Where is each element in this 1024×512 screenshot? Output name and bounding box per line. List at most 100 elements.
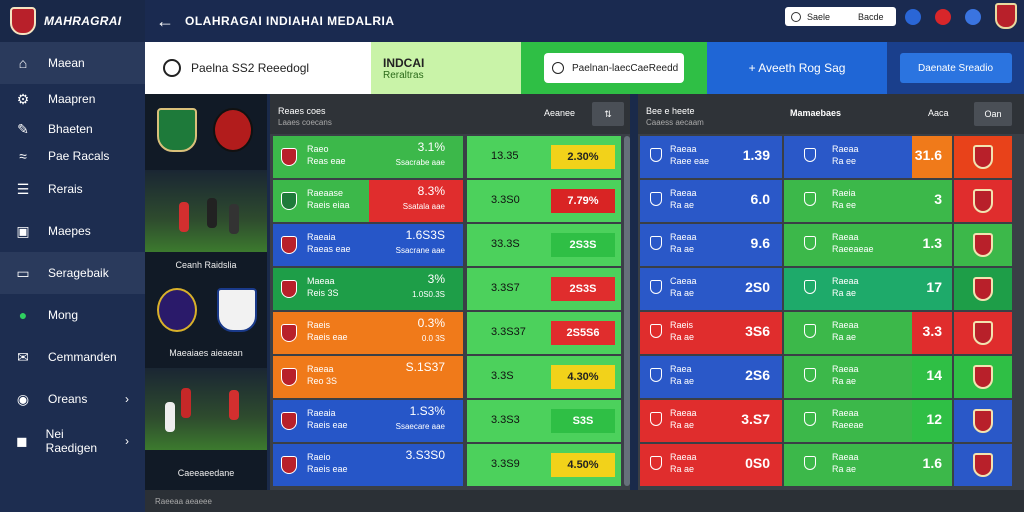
odds-value: 1.39 [742,147,770,163]
odds-cell[interactable]: 8.3% Ssatala aae [369,180,463,222]
sidebar-item-1[interactable]: ⚙ Maapren [0,84,145,114]
odds-value: 1.6S3S [405,228,445,242]
table-row[interactable]: Raeo Reas eae 3.1% Ssacrabe aae 13.35 2.… [273,136,621,180]
odds-cell[interactable]: 3% 1.0S0.3S [369,268,463,310]
odds-cell[interactable]: 14 [912,356,952,398]
table-row[interactable]: Raeis Ra ae 3S6 Raeaa Ra ae 3.3 [640,312,1022,356]
brand[interactable]: MAHRAGRAI [0,0,145,42]
table-row[interactable]: Raeis Raeis eae 0.3% 0.0 3S 3.3S37 2S5S6 [273,312,621,356]
market-cell[interactable]: 3.3S7 2S3S [467,268,621,310]
team-crest-icon [804,148,816,162]
table-row[interactable]: Raeaa Raee eae 1.39 Raeaa Ra ee 31.6 [640,136,1022,180]
match-card-1[interactable]: Ceanh Raidslia [145,94,267,292]
status-bar: Raeeaa aeaeee [145,490,1024,512]
sidebar-item-4[interactable]: ☰ Rerais [0,168,145,210]
open-button[interactable]: Oan [974,102,1012,126]
team-cell: Maeaa Reis 3S [273,268,369,310]
scrollbar[interactable] [624,136,630,486]
table-row[interactable]: Raeaa Ra ae 0S0 Raeaa Ra ae 1.6 [640,444,1022,488]
table-row[interactable]: Raeaa Ra ae 3.S7 Raeaa Raeeae 12 [640,400,1022,444]
back-arrow-icon[interactable]: ← [145,11,185,32]
team-crest-icon [213,108,253,152]
notification-icon[interactable] [905,9,921,25]
tab-overview[interactable]: Paelna SS2 Reeedogl [145,42,371,94]
top-bar: ← OLAHRAGAI INDIAHAI MEDALRIA Saele Bacd… [145,0,1024,42]
market-value: 3.3S0 [491,194,520,206]
table-row[interactable]: Raea Ra ae 2S6 Raeaa Ra ae 14 [640,356,1022,400]
sidebar-item-7[interactable]: ● Mong [0,294,145,336]
odds-cell[interactable]: 3 [912,180,952,222]
sidebar-item-3[interactable]: ≈ Pae Racals [0,144,145,168]
sidebar-item-2[interactable]: ✎ Bhaeten [0,114,145,144]
sidebar: MAHRAGRAI ⌂ Maean ⚙ Maapren ✎ Bhaeten ≈ … [0,0,145,512]
market-cell[interactable]: 3.3S 4.30% [467,356,621,398]
odds-cell[interactable]: 1.S3% Ssaecare aae [369,400,463,442]
list-icon: ☰ [16,180,30,197]
odds-cell[interactable]: 0.3% 0.0 3S [369,312,463,354]
team-crest-icon[interactable] [995,3,1017,29]
tab-label: Paelna SS2 Reeedogl [191,61,310,75]
crest-cell [954,356,1012,398]
table-row[interactable]: Raeaase Raeis eiaa 8.3% Ssatala aae 3.3S… [273,180,621,224]
market-cell[interactable]: 3.3S9 4.50% [467,444,621,486]
market-cell[interactable]: 3.3S3 S3S [467,400,621,442]
odds-cell[interactable]: 3.1% Ssacrabe aae [369,136,463,178]
odds-panel-right: Bee e heete Caaess aecaam Mamaebaes Aaca… [638,94,1024,490]
table-row[interactable]: Maeaa Reis 3S 3% 1.0S0.3S 3.3S7 2S3S [273,268,621,312]
sidebar-item-9[interactable]: ◉ Oreans › [0,378,145,420]
sidebar-item-8[interactable]: ✉ Cemmanden [0,336,145,378]
sidebar-item-5[interactable]: ▣ Maepes [0,210,145,252]
odds-cell[interactable]: 17 [912,268,952,310]
match-card-2[interactable]: Maeaiaes aieaean Caeeaeedane [145,278,267,478]
team-crest-icon [804,192,816,206]
odds-cell[interactable]: S.1S37 [369,356,463,398]
sort-button[interactable]: ⇅ [592,102,624,126]
table-row[interactable]: Raeio Raeis eae 3.S3S0 3.3S9 4.50% [273,444,621,488]
table-row[interactable]: Raeaa Reo 3S S.1S37 3.3S 4.30% [273,356,621,400]
market-cell[interactable]: 3.3S37 2S5S6 [467,312,621,354]
odds-cell[interactable]: 1.6S3S Ssacrane aae [369,224,463,266]
team-crest-icon [650,412,662,426]
team-crest-icon [650,324,662,338]
market-cell[interactable]: 3.3S0 7.79% [467,180,621,222]
sidebar-item-10[interactable]: ◼ Nei Raedigen › [0,420,145,462]
odds-cell[interactable]: 12 [912,400,952,442]
chat-icon: ✉ [17,348,29,365]
team-cell: Raeaa Ra ae [784,268,912,310]
odds-cell[interactable]: 3.3 [912,312,952,354]
alert-icon[interactable] [935,9,951,25]
odds-cell[interactable]: 3.S3S0 [369,444,463,486]
sidebar-item-0[interactable]: ⌂ Maean [0,42,145,84]
team-crest-icon [973,145,993,169]
market-cell[interactable]: 33.3S 2S3S [467,224,621,266]
team-sub: Ra ae [670,244,695,254]
odds-cell[interactable]: 31.6 [912,136,952,178]
tab-stadium: Daenate Sreadio [887,42,1024,94]
odds-cell[interactable]: 1.3 [912,224,952,266]
team-cell: Caeaa Ra ae 2S0 [640,268,782,310]
panel-label-2: Aaca [928,108,949,118]
tab-green[interactable]: Paelnan-laecCaeReedd [521,42,707,94]
odds-cell[interactable]: 1.6 [912,444,952,486]
wave-icon: ≈ [19,148,27,164]
chevron-right-icon: › [125,392,129,406]
table-row[interactable]: Raeaa Ra ae 9.6 Raeaa Raeeaeae 1.3 [640,224,1022,268]
tab-add[interactable]: + Aveeth Rog Sag [707,42,887,94]
table-row[interactable]: Raeaia Raeis eae 1.S3% Ssaecare aae 3.3S… [273,400,621,444]
sidebar-item-6[interactable]: ▭ Seragebaik [0,252,145,294]
filter-pill[interactable]: Paelnan-laecCaeReedd [544,53,684,83]
table-row[interactable]: Caeaa Ra ae 2S0 Raeaa Ra ae 17 [640,268,1022,312]
tab-indcai[interactable]: INDCAI Reraltras [371,42,521,94]
player-figure [229,390,239,420]
crest-cell [954,400,1012,442]
settings-icon[interactable] [965,9,981,25]
table-row[interactable]: Raeaia Raeas eae 1.6S3S Ssacrane aae 33.… [273,224,621,268]
team-name: Raeaa [307,364,334,374]
table-row[interactable]: Raeaa Ra ae 6.0 Raeia Ra ee 3 [640,180,1022,224]
team-crest-icon [281,412,297,430]
match-images-column: Ceanh Raidslia Maeaiaes aieaean Caeeaeed… [145,94,267,490]
search-input[interactable]: Saele Bacde [785,7,896,26]
market-cell[interactable]: 13.35 2.30% [467,136,621,178]
stadium-button[interactable]: Daenate Sreadio [899,53,1012,83]
percent-badge: 4.50% [551,453,615,477]
